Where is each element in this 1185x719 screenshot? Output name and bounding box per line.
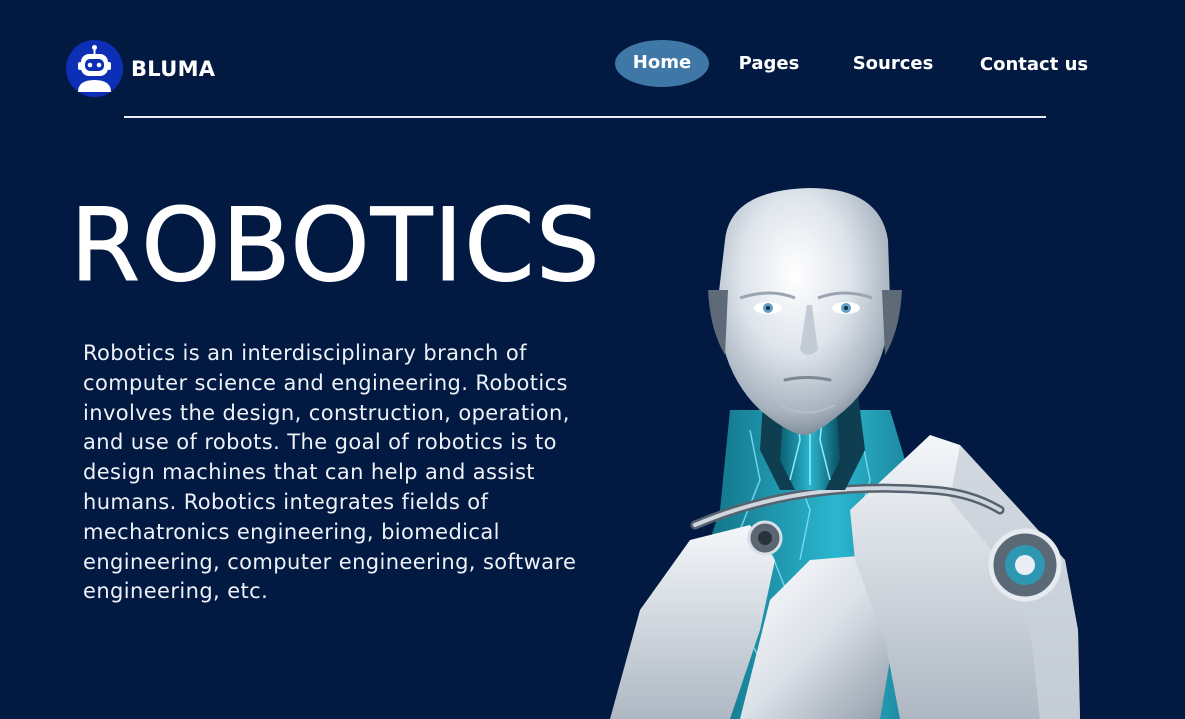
header-divider [124,116,1046,118]
nav-item-pages[interactable]: Pages [732,40,806,87]
humanoid-robot-illustration [610,188,1080,719]
main-navigation: Home Pages Sources Contact us [0,40,1185,88]
nav-item-sources[interactable]: Sources [846,40,940,87]
nav-item-contact-us[interactable]: Contact us [976,40,1092,87]
nav-item-home[interactable]: Home [615,40,709,87]
hero-title: ROBOTICS [70,186,601,304]
hero-description: Robotics is an interdisciplinary branch … [83,341,577,604]
landing-page: BLUMA Home Pages Sources Contact us ROBO… [0,0,1185,719]
